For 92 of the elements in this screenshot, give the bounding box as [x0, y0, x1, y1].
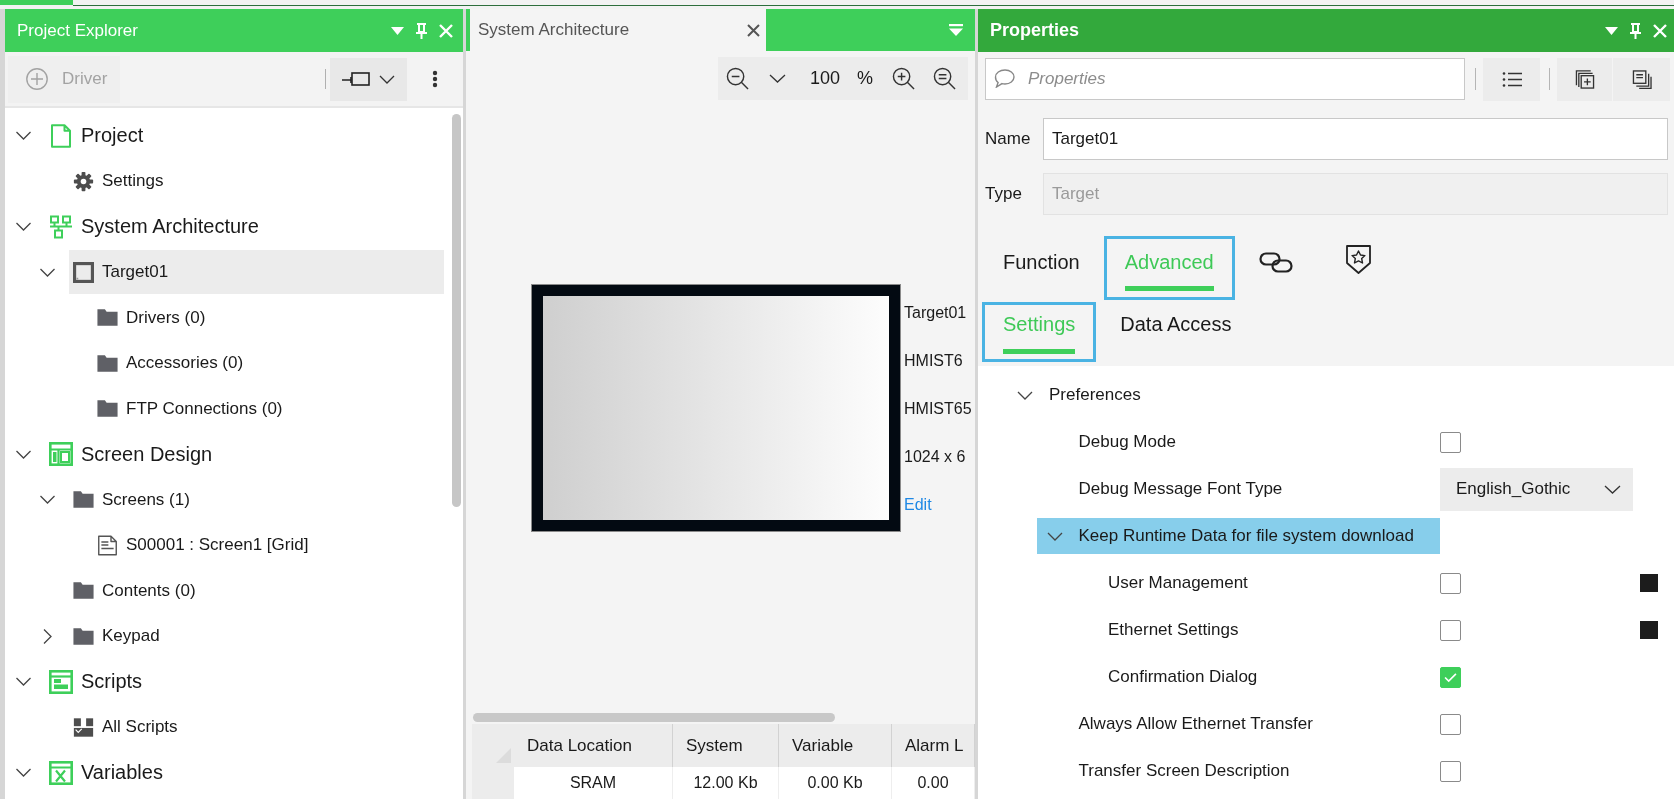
add-icon: [26, 68, 48, 90]
tree-item[interactable]: Settings: [69, 159, 444, 204]
tree-item[interactable]: Target01: [69, 250, 444, 295]
link-icon: [1258, 252, 1293, 273]
tree-item[interactable]: Contents (0): [69, 568, 444, 613]
property-label: Confirmation Dialog: [1108, 666, 1258, 688]
folder-icon: [97, 307, 118, 329]
folder-icon: [97, 352, 118, 374]
chevron-down-icon[interactable]: [769, 74, 786, 83]
property-label: Ethernet Settings: [1108, 619, 1239, 641]
list-view-button[interactable]: [1483, 57, 1540, 101]
tab[interactable]: Data Access: [1099, 302, 1253, 362]
checkbox[interactable]: [1440, 760, 1461, 782]
zoom-fit-icon[interactable]: [933, 67, 957, 90]
zoom-out-icon[interactable]: [726, 67, 749, 90]
tree-item[interactable]: Keypad: [69, 614, 444, 659]
name-field[interactable]: Target01: [1043, 118, 1668, 160]
more-options-icon[interactable]: [432, 70, 438, 88]
property-label: Debug Message Font Type: [1078, 478, 1283, 500]
group-header[interactable]: Preferences: [1007, 377, 1141, 413]
checkbox[interactable]: [1440, 666, 1461, 688]
stack-icon: [73, 716, 94, 738]
zoom-in-icon[interactable]: [892, 67, 916, 90]
tree-item[interactable]: Screen Design: [45, 432, 444, 477]
window-icon: [49, 669, 73, 694]
tree-item[interactable]: Accessories (0): [93, 341, 444, 386]
layout-icon: [49, 442, 73, 467]
device-label: 1024 x 6: [904, 447, 966, 467]
close-icon[interactable]: [747, 23, 760, 37]
checkbox[interactable]: [1440, 713, 1461, 735]
property-label: User Management: [1108, 572, 1248, 594]
tree-item[interactable]: Project: [45, 113, 444, 158]
copy-add-icon: [1574, 69, 1595, 89]
page-icon: [97, 534, 118, 556]
folder-icon: [73, 489, 94, 511]
shield-star-icon: [1345, 245, 1371, 274]
device-icon: [73, 261, 94, 283]
connection-mode-button[interactable]: [330, 57, 407, 101]
table-cell: 0.00: [892, 767, 975, 799]
table-cell: SRAM: [514, 767, 673, 799]
copy-button[interactable]: [1613, 57, 1670, 101]
group-header[interactable]: Keep Runtime Data for file system download: [1036, 518, 1440, 554]
device-label: HMIST65: [904, 399, 972, 419]
property-label: Debug Mode: [1078, 431, 1176, 453]
folder-icon: [73, 625, 94, 647]
gear-icon: [73, 170, 94, 192]
field-label: Type: [985, 184, 1023, 204]
tree-item[interactable]: Screens (1): [69, 477, 444, 522]
tree-item[interactable]: All Scripts: [69, 705, 444, 750]
chevron-down-icon: [1604, 484, 1621, 494]
panel-title: Project Explorer: [17, 20, 138, 41]
device-drawing[interactable]: [532, 285, 900, 531]
network-icon: [49, 214, 73, 239]
panel-title: Properties: [990, 20, 1080, 41]
checkbox[interactable]: [1440, 619, 1461, 641]
connector-icon: [342, 71, 370, 87]
scrollbar-thumb[interactable]: [452, 114, 461, 507]
percent-label: %: [857, 68, 874, 89]
device-label: Target01: [904, 303, 967, 323]
scrollbar-thumb[interactable]: [473, 713, 835, 722]
speech-bubble-icon: [994, 69, 1015, 88]
copy-icon: [1631, 69, 1652, 89]
search-field[interactable]: Properties: [985, 58, 1465, 100]
document-tab[interactable]: System Architecture: [470, 9, 766, 51]
folder-icon: [97, 398, 118, 420]
checkbox[interactable]: [1440, 431, 1461, 453]
document-icon: [49, 123, 73, 148]
property-label: Always Allow Ethernet Transfer: [1078, 713, 1313, 735]
caret-down-icon[interactable]: [1605, 26, 1618, 35]
chevron-down-icon[interactable]: [1017, 390, 1033, 400]
device-label: HMIST6: [904, 351, 963, 371]
tree-item[interactable]: FTP Connections (0): [93, 386, 444, 431]
table-cell: 0.00 Kb: [779, 767, 892, 799]
list-icon: [1501, 69, 1522, 89]
property-label: Transfer Screen Description: [1078, 760, 1290, 782]
tree-item[interactable]: System Architecture: [45, 204, 444, 249]
add-copy-button[interactable]: [1557, 57, 1612, 101]
checkbox[interactable]: [1440, 572, 1461, 594]
field-label: Name: [985, 129, 1032, 149]
variable-icon: [49, 760, 73, 785]
tree-item[interactable]: Drivers (0): [93, 295, 444, 340]
chevron-down-icon: [379, 74, 395, 84]
tree-item[interactable]: Scripts: [45, 659, 444, 704]
folder-icon: [73, 580, 94, 602]
chevron-down-icon[interactable]: [1046, 531, 1063, 541]
tree-item[interactable]: Variables: [45, 750, 444, 795]
zoom-value[interactable]: 100: [810, 68, 841, 89]
tree-item[interactable]: S00001 : Screen1 [Grid]: [93, 523, 444, 568]
table-cell: 12.00 Kb: [673, 767, 779, 799]
tab[interactable]: Function: [982, 236, 1101, 300]
dropdown[interactable]: English_Gothic: [1440, 467, 1633, 511]
pin-icon[interactable]: [1630, 22, 1641, 39]
